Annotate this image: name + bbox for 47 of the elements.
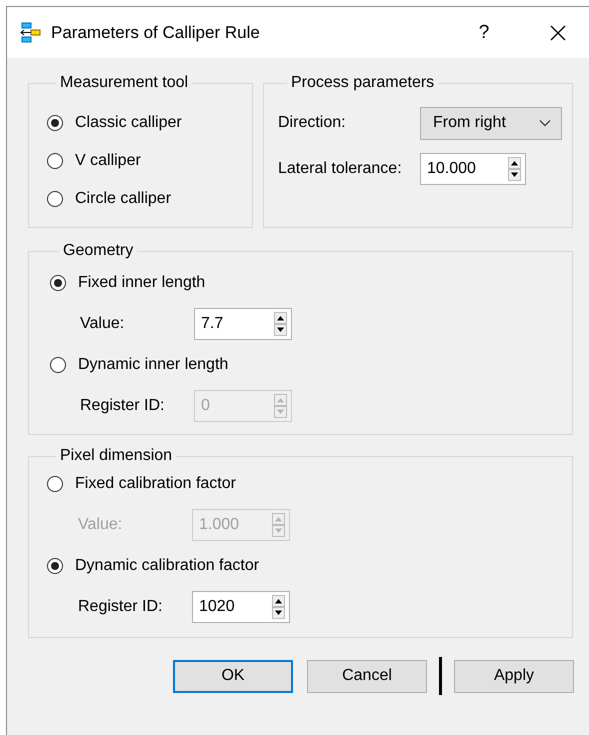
radio-option[interactable]: Circle calliper [47,180,252,218]
radio-button[interactable] [50,275,66,291]
radio-option[interactable]: Dynamic inner length [50,346,572,384]
separator-mark [439,657,442,695]
radio-option[interactable]: V calliper [47,142,252,180]
field-label: Register ID: [78,598,164,616]
number-field[interactable]: 1020 [192,591,290,623]
spin-down-icon [274,406,287,418]
spin-down-icon [272,607,285,619]
spin-up-icon [272,513,285,525]
radio-button[interactable] [47,153,63,169]
number-field[interactable]: 7.7 [194,308,292,340]
group-title: Geometry [62,242,134,260]
spin-up-icon [508,157,521,169]
spin-up-icon [274,312,287,324]
radio-option[interactable]: Fixed inner length [50,264,572,302]
direction-dropdown[interactable]: From right [420,106,562,140]
radio-option[interactable]: Fixed calibration factor [47,465,572,503]
number-field[interactable]: 10.000 [420,153,526,185]
field-label: Lateral tolerance: [278,160,403,178]
spin-down-icon [272,525,285,537]
radio-button[interactable] [47,191,63,207]
app-icon [20,22,42,44]
close-icon [550,24,566,40]
spin-down-icon [274,324,287,336]
radio-option[interactable]: Classic calliper [47,104,252,142]
spin-up-icon [274,394,287,406]
group-title: Process parameters [290,74,436,92]
radio-button[interactable] [47,115,63,131]
radio-button[interactable] [47,476,63,492]
radio-option[interactable]: Dynamic calibration factor [47,547,572,585]
spin-down-icon [508,169,521,181]
dialog-button[interactable]: OK [173,660,293,692]
help-button[interactable]: ? [473,22,495,44]
field-label: Value: [78,516,124,534]
dialog-button[interactable]: Cancel [307,660,427,692]
radio-button[interactable] [47,558,63,574]
field-label: Value: [80,315,126,333]
dialog-button[interactable]: Apply [454,660,574,692]
chevron-down-icon [539,119,551,127]
field-label: Direction: [278,114,347,132]
field-label: Register ID: [80,397,166,415]
window-title: Parameters of Calliper Rule [51,22,261,42]
group-title: Pixel dimension [59,447,174,465]
radio-button[interactable] [50,357,66,373]
group-title: Measurement tool [59,74,190,92]
spin-up-icon [272,595,285,607]
